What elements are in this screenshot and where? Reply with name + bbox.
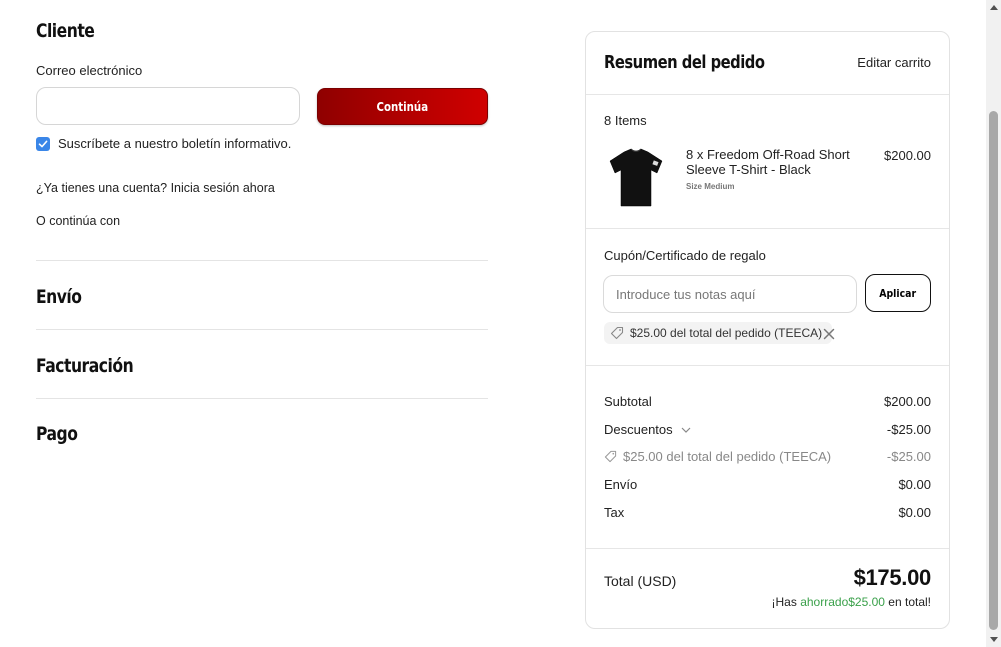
coupon-label: Cupón/Certificado de regalo bbox=[604, 248, 766, 263]
billing-section-title[interactable]: Facturación bbox=[36, 355, 155, 377]
savings-suffix: en total! bbox=[888, 595, 931, 609]
savings-saved: ahorrado bbox=[800, 595, 849, 609]
discount-detail-value: -$25.00 bbox=[886, 449, 931, 464]
newsletter-checkbox-row[interactable]: Suscríbete a nuestro boletín informativo… bbox=[36, 136, 291, 151]
checkmark-icon bbox=[38, 140, 48, 147]
items-count: 8 Items bbox=[604, 113, 647, 128]
order-summary-panel: Resumen del pedido Editar carrito 8 Item… bbox=[585, 31, 950, 629]
scroll-up-arrow-icon[interactable] bbox=[986, 0, 1001, 14]
subtotal-label: Subtotal bbox=[604, 394, 652, 409]
divider bbox=[36, 329, 488, 330]
newsletter-checkbox[interactable] bbox=[36, 136, 50, 151]
customer-section-title: Cliente bbox=[36, 20, 95, 42]
discounts-label: Descuentos bbox=[604, 422, 673, 437]
divider bbox=[586, 94, 949, 95]
coupon-input[interactable] bbox=[603, 275, 857, 313]
divider bbox=[586, 228, 949, 229]
discount-detail-row: $25.00 del total del pedido (TEECA) -$25… bbox=[604, 449, 931, 464]
discount-detail-label: $25.00 del total del pedido (TEECA) bbox=[623, 449, 832, 464]
chevron-down-icon[interactable] bbox=[681, 426, 691, 434]
edit-cart-link[interactable]: Editar carrito bbox=[857, 55, 931, 70]
product-price: $200.00 bbox=[884, 148, 931, 163]
applied-coupon-tag: $25.00 del total del pedido (TEECA) bbox=[604, 322, 833, 344]
discounts-row[interactable]: Descuentos -$25.00 bbox=[604, 422, 931, 437]
divider bbox=[586, 365, 949, 366]
savings-prefix: ¡Has bbox=[771, 595, 797, 609]
tax-label: Tax bbox=[604, 505, 625, 520]
scrollbar[interactable] bbox=[986, 0, 1001, 647]
discounts-value: -$25.00 bbox=[886, 422, 931, 437]
scroll-down-arrow-icon[interactable] bbox=[986, 633, 1001, 647]
shipping-label: Envío bbox=[604, 477, 638, 492]
tag-icon bbox=[610, 326, 624, 340]
shipping-section-title[interactable]: Envío bbox=[36, 286, 91, 308]
close-icon[interactable] bbox=[822, 327, 836, 341]
tag-icon bbox=[604, 450, 617, 463]
savings-note: ¡Has ahorrado$25.00 en total! bbox=[772, 595, 931, 609]
payment-section-title[interactable]: Pago bbox=[36, 423, 87, 445]
shipping-row: Envío $0.00 bbox=[604, 477, 931, 492]
applied-coupon-text: $25.00 del total del pedido (TEECA) bbox=[630, 326, 823, 340]
email-label: Correo electrónico bbox=[36, 63, 143, 78]
discounts-toggle[interactable]: Descuentos bbox=[604, 422, 691, 437]
shipping-value: $0.00 bbox=[898, 477, 931, 492]
total-value: $175.00 bbox=[853, 565, 932, 590]
black-tshirt-image bbox=[609, 148, 663, 207]
divider bbox=[36, 398, 488, 399]
divider bbox=[586, 548, 949, 549]
tax-value: $0.00 bbox=[898, 505, 931, 520]
divider bbox=[36, 260, 488, 261]
apply-coupon-button[interactable]: Aplicar bbox=[865, 274, 931, 312]
savings-amount: $25.00 bbox=[848, 595, 885, 609]
continue-with-text: O continúa con bbox=[36, 214, 121, 228]
tax-row: Tax $0.00 bbox=[604, 505, 931, 520]
product-name: 8 x Freedom Off-Road Short Sleeve T-Shir… bbox=[686, 147, 850, 177]
email-input[interactable] bbox=[36, 87, 300, 125]
newsletter-label: Suscríbete a nuestro boletín informativo… bbox=[58, 136, 292, 151]
continue-button-label: Continúa bbox=[376, 99, 429, 114]
apply-button-label: Aplicar bbox=[879, 286, 917, 300]
login-link[interactable]: ¿Ya tienes una cuenta? Inicia sesión aho… bbox=[36, 181, 275, 195]
order-summary-title: Resumen del pedido bbox=[604, 52, 765, 73]
total-label: Total (USD) bbox=[604, 573, 677, 589]
continue-button[interactable]: Continúa bbox=[317, 88, 488, 125]
subtotal-value: $200.00 bbox=[884, 394, 931, 409]
product-size: Size Medium bbox=[686, 182, 735, 191]
discount-detail: $25.00 del total del pedido (TEECA) bbox=[604, 449, 831, 464]
scrollbar-thumb[interactable] bbox=[989, 111, 998, 630]
subtotal-row: Subtotal $200.00 bbox=[604, 394, 931, 409]
